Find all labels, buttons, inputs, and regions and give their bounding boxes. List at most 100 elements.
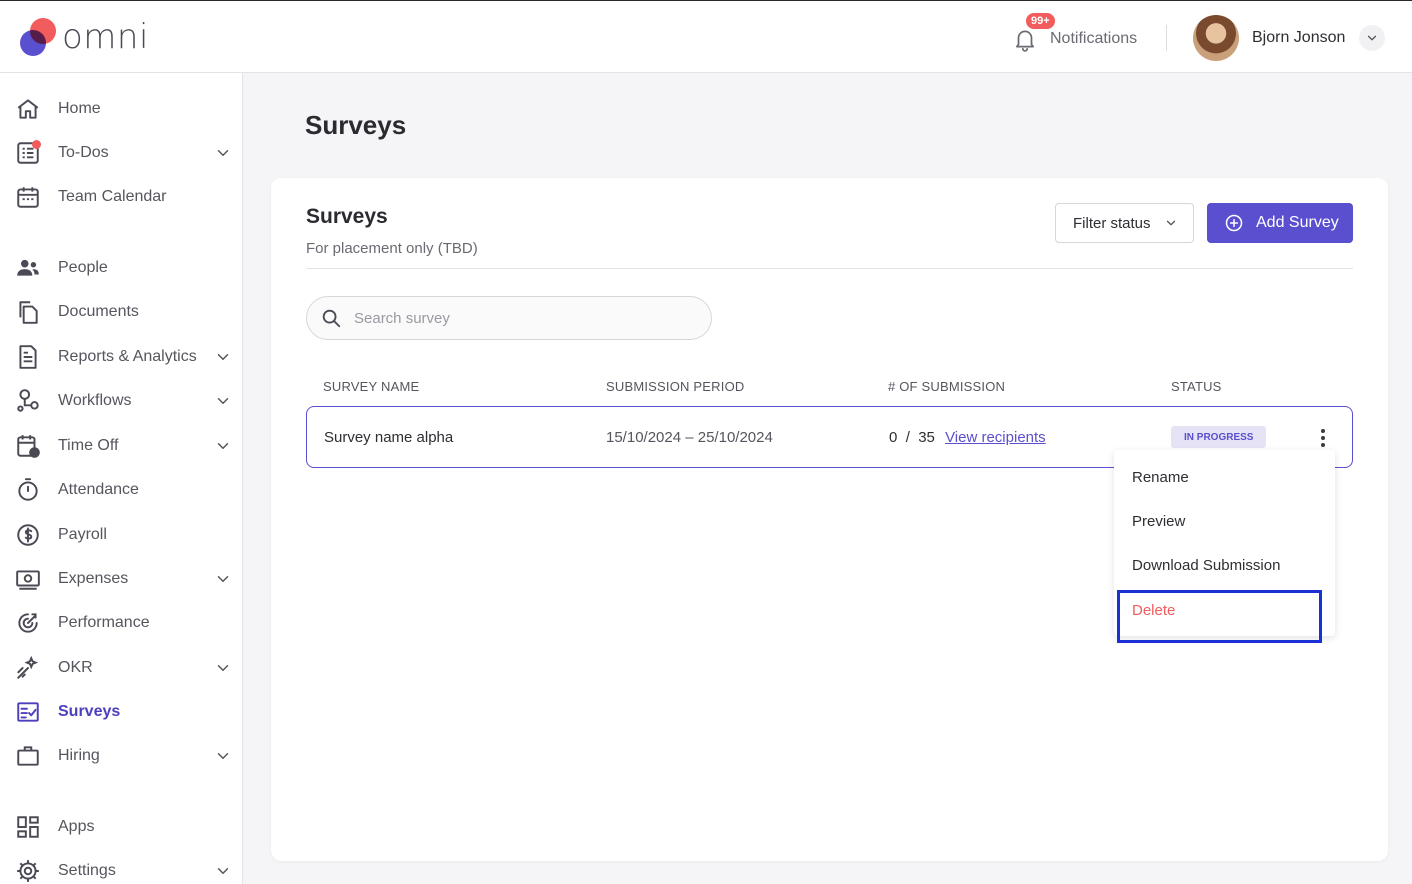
submission-count: 0 / 35 View recipients: [889, 429, 1046, 446]
gear-icon: [15, 858, 41, 884]
column-header-survey-name[interactable]: SURVEY NAME: [323, 379, 419, 394]
sidebar-item-people[interactable]: People: [0, 248, 242, 288]
sidebar-item-surveys[interactable]: Surveys: [0, 692, 242, 732]
menu-item-rename[interactable]: Rename: [1132, 469, 1189, 486]
chevron-down-icon[interactable]: [214, 570, 232, 588]
sidebar-item-label: Team Calendar: [58, 188, 167, 205]
notifications-button[interactable]: 99+ Notifications: [1012, 11, 1138, 59]
sidebar-item-documents[interactable]: Documents: [0, 292, 242, 332]
sidebar-item-okr[interactable]: OKR: [0, 648, 242, 688]
user-name: Bjorn Jonson: [1252, 29, 1346, 46]
sidebar-item-time-off[interactable]: Time Off: [0, 426, 242, 466]
chevron-down-icon[interactable]: [214, 747, 232, 765]
view-recipients-link[interactable]: View recipients: [945, 429, 1046, 446]
total-count: 35: [918, 429, 935, 446]
user-chevron-down-icon[interactable]: [1359, 25, 1386, 51]
sidebar-item-label: Home: [58, 100, 101, 117]
home-icon: [15, 96, 41, 122]
sidebar-item-home[interactable]: Home: [0, 89, 242, 129]
sidebar-item-label: OKR: [58, 659, 93, 676]
sidebar-item-label: Attendance: [58, 481, 139, 498]
header-divider: [1166, 25, 1167, 51]
omni-logo[interactable]: omni: [20, 17, 149, 57]
logo-mark-icon: [20, 18, 56, 56]
sidebar-item-performance[interactable]: Performance: [0, 603, 242, 643]
status-badge: IN PROGRESS: [1171, 426, 1267, 448]
todo-unread-dot: [32, 140, 41, 149]
chevron-down-icon[interactable]: [214, 862, 232, 880]
chevron-down-icon[interactable]: [214, 392, 232, 410]
menu-item-download-submission[interactable]: Download Submission: [1132, 557, 1280, 574]
chevron-down-icon[interactable]: [214, 348, 232, 366]
okr-icon: [15, 655, 41, 681]
sidebar-item-label: Surveys: [58, 703, 121, 720]
calendar-icon: [15, 184, 41, 210]
sidebar-item-label: Workflows: [58, 392, 132, 409]
column-header-submission-period[interactable]: SUBMISSION PERIOD: [606, 379, 744, 394]
report-icon: [15, 344, 41, 370]
sidebar-item-payroll[interactable]: Payroll: [0, 515, 242, 555]
sidebar-item-label: To-Dos: [58, 144, 109, 161]
sidebar-item-label: People: [58, 259, 108, 276]
chevron-down-icon[interactable]: [214, 437, 232, 455]
filter-status-label: Filter status: [1073, 214, 1151, 232]
card-subtitle: For placement only (TBD): [306, 240, 478, 257]
sidebar-item-settings[interactable]: Settings: [0, 851, 242, 884]
avatar[interactable]: [1193, 15, 1239, 61]
sidebar-item-to-dos[interactable]: To-Dos: [0, 133, 242, 173]
add-survey-button[interactable]: Add Survey: [1207, 203, 1353, 243]
user-menu[interactable]: Bjorn Jonson: [1193, 15, 1386, 61]
sidebar-item-label: Performance: [58, 614, 150, 631]
search-box[interactable]: [306, 296, 712, 340]
card-title: Surveys: [306, 205, 388, 228]
survey-icon: [15, 699, 41, 725]
search-input[interactable]: [354, 309, 674, 327]
add-survey-label: Add Survey: [1256, 214, 1339, 231]
sidebar-item-reports-analytics[interactable]: Reports & Analytics: [0, 337, 242, 377]
column-header-submissions[interactable]: # OF SUBMISSION: [888, 379, 1005, 394]
apps-grid-icon: [15, 814, 41, 840]
submitted-count: 0: [889, 429, 898, 446]
chevron-down-icon[interactable]: [214, 144, 232, 162]
submission-period: 15/10/2024 – 25/10/2024: [606, 429, 773, 446]
count-separator: /: [905, 429, 910, 446]
sidebar-item-label: Settings: [58, 862, 116, 879]
sidebar-item-apps[interactable]: Apps: [0, 807, 242, 847]
sidebar-item-expenses[interactable]: Expenses: [0, 559, 242, 599]
people-icon: [15, 255, 41, 281]
row-actions-menu: Rename Preview Download Submission Delet…: [1114, 450, 1335, 636]
workflow-icon: [15, 388, 41, 414]
notification-count-badge: 99+: [1024, 11, 1057, 31]
sidebar-item-hiring[interactable]: Hiring: [0, 736, 242, 776]
dollar-icon: [15, 522, 41, 548]
column-header-status[interactable]: STATUS: [1171, 379, 1222, 394]
sidebar-item-attendance[interactable]: Attendance: [0, 470, 242, 510]
top-bar: omni 99+ Notifications Bjorn Jonson: [0, 0, 1412, 73]
menu-item-preview[interactable]: Preview: [1132, 513, 1185, 530]
survey-name: Survey name alpha: [324, 429, 454, 446]
sidebar-item-label: Apps: [58, 818, 95, 835]
stopwatch-icon: [15, 477, 41, 503]
sidebar-item-label: Payroll: [58, 526, 107, 543]
sidebar-item-team-calendar[interactable]: Team Calendar: [0, 177, 242, 217]
filter-status-dropdown[interactable]: Filter status: [1055, 203, 1194, 243]
sidebar-item-label: Documents: [58, 303, 139, 320]
chevron-down-icon: [1166, 220, 1176, 226]
sidebar-item-label: Reports & Analytics: [58, 348, 197, 365]
menu-item-delete[interactable]: Delete: [1132, 602, 1175, 619]
card-divider: [306, 268, 1353, 269]
page-title: Surveys: [305, 110, 407, 140]
sidebar: Home To-Dos Team Calendar People Documen…: [0, 73, 243, 884]
sidebar-item-workflows[interactable]: Workflows: [0, 381, 242, 421]
notifications-label: Notifications: [1050, 30, 1138, 47]
plus-circle-icon: [1225, 214, 1243, 232]
expenses-icon: [15, 566, 41, 592]
chevron-down-icon[interactable]: [214, 659, 232, 677]
more-options-icon[interactable]: [1311, 425, 1335, 451]
briefcase-icon: [15, 743, 41, 769]
performance-icon: [15, 610, 41, 636]
brand-name: omni: [62, 17, 149, 57]
time-off-icon: [15, 433, 41, 459]
documents-icon: [15, 299, 41, 325]
sidebar-item-label: Expenses: [58, 570, 129, 587]
